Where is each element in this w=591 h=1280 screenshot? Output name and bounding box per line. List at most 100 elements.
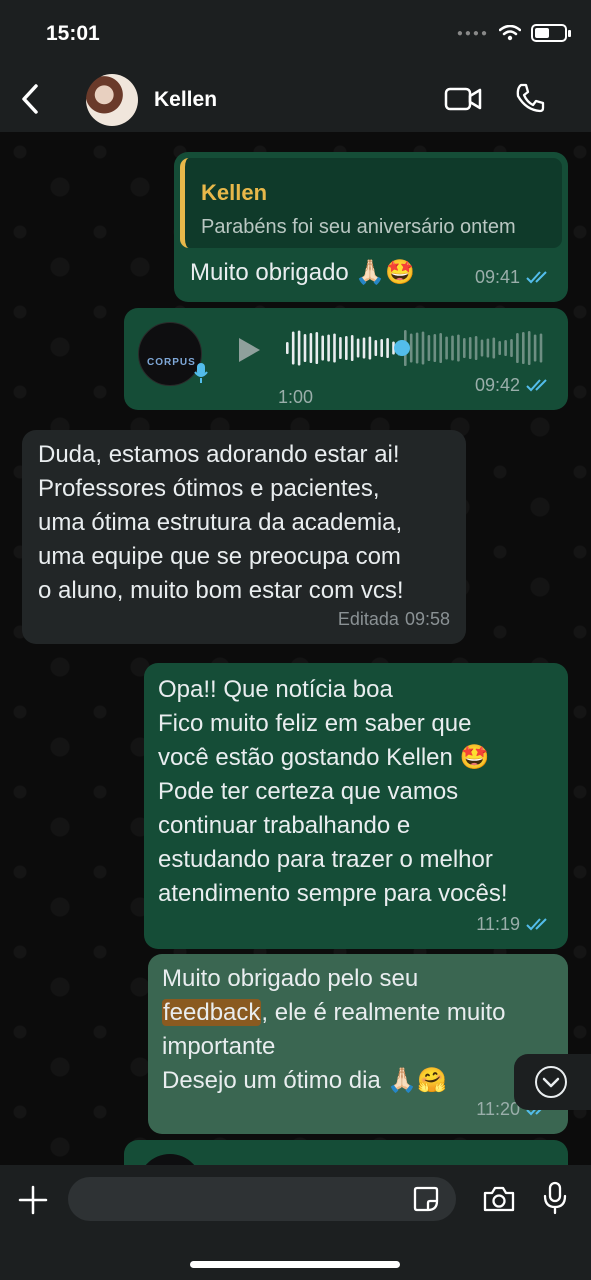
plus-icon[interactable]	[18, 1185, 48, 1215]
read-ticks-icon	[526, 918, 547, 931]
status-icons: ●●●●	[456, 24, 571, 42]
waveform-bar	[463, 338, 466, 358]
waveform-bar	[356, 338, 360, 358]
sticker-icon[interactable]	[412, 1185, 440, 1213]
waveform-bar	[362, 337, 366, 359]
waveform-bar	[486, 338, 490, 358]
waveform-bar	[297, 330, 301, 366]
waveform-bar	[480, 339, 484, 357]
message-line: feedback, ele é realmente muito	[162, 999, 506, 1026]
signal-dots-icon: ●●●●	[456, 27, 489, 39]
message-text: Muito obrigado 🙏🏻🤩	[190, 259, 416, 286]
chevron-left-icon[interactable]	[16, 82, 44, 116]
message-text: Opa!! Que notícia boa Fico muito feliz e…	[158, 673, 508, 911]
waveform-bar	[315, 332, 319, 364]
message-line: importante	[162, 1033, 276, 1060]
message-bubble-outgoing[interactable]: Muito obrigado pelo seu feedback, ele é …	[148, 954, 568, 1134]
quoted-message[interactable]: Kellen Parabéns foi seu aniversário onte…	[180, 158, 562, 248]
message-input[interactable]	[68, 1177, 456, 1221]
message-line: Professores ótimos e pacientes,	[38, 475, 380, 502]
chat-area[interactable]: Kellen Parabéns foi seu aniversário onte…	[0, 132, 591, 1165]
edited-label: Editada	[337, 609, 399, 629]
waveform-bar	[498, 341, 501, 355]
message-line: Pode ter certeza que vamos	[158, 778, 459, 805]
waveform-bar	[380, 339, 383, 357]
message-time: 09:58	[404, 609, 450, 629]
highlighted-word[interactable]: feedback	[162, 999, 262, 1026]
waveform-bar	[492, 337, 496, 359]
waveform-bar	[409, 333, 413, 363]
waveform-bar	[433, 334, 437, 362]
waveform-bar	[445, 336, 448, 360]
read-ticks-icon	[526, 271, 547, 284]
waveform-bar	[468, 337, 472, 359]
microphone-icon[interactable]	[542, 1181, 568, 1215]
message-time: 09:42	[474, 375, 520, 395]
message-meta: Editada 09:58	[338, 602, 450, 636]
waveform-bar	[539, 333, 543, 363]
phone-icon[interactable]	[514, 82, 546, 114]
waveform-bar	[504, 340, 507, 356]
message-time: 09:41	[474, 267, 520, 287]
contact-name[interactable]: Kellen	[154, 88, 217, 112]
message-line: Muito obrigado pelo seu	[162, 965, 419, 992]
quoted-author: Kellen	[201, 180, 268, 205]
message-line: Fico muito feliz em saber que	[158, 710, 472, 737]
voice-avatar-logo: CORPUS	[147, 357, 196, 368]
waveform-bar	[533, 334, 537, 362]
playback-scrubber[interactable]	[394, 340, 410, 356]
waveform-bar	[321, 335, 324, 361]
message-line: continuar trabalhando e	[158, 812, 411, 839]
video-camera-icon[interactable]	[444, 86, 482, 112]
waveform-bar	[451, 335, 454, 361]
read-ticks-icon	[526, 379, 547, 392]
message-bubble-incoming[interactable]: Duda, estamos adorando estar ai! Profess…	[22, 430, 466, 644]
message-bubble-outgoing[interactable]: Kellen Parabéns foi seu aniversário onte…	[174, 152, 568, 302]
message-meta: 09:41	[475, 260, 552, 294]
voice-message-bubble[interactable]: CORPUS 1:00 09:42	[124, 308, 568, 410]
home-indicator	[190, 1261, 400, 1268]
message-time: 11:19	[476, 914, 520, 934]
waveform-bar	[457, 334, 460, 362]
voice-sender-avatar: CORPUS	[138, 322, 202, 386]
waveform-bar	[350, 335, 354, 361]
voice-duration: 1:00	[278, 387, 314, 407]
waveform-bar	[374, 340, 378, 356]
waveform-bar	[474, 336, 478, 360]
waveform-bar	[427, 335, 431, 361]
play-icon[interactable]	[236, 336, 262, 364]
message-line: você estão gostando Kellen 🤩	[158, 744, 490, 771]
waveform-bar	[510, 339, 513, 357]
scroll-to-bottom-button[interactable]	[514, 1054, 591, 1110]
message-line: Duda, estamos adorando estar ai!	[38, 441, 400, 468]
message-line: Desejo um ótimo dia 🙏🏻🤗	[162, 1067, 448, 1094]
message-bubble-outgoing[interactable]: Opa!! Que notícia boa Fico muito feliz e…	[144, 663, 568, 949]
quoted-text: Parabéns foi seu aniversário ontem	[201, 216, 516, 238]
wifi-icon	[499, 25, 521, 41]
waveform-bar	[368, 336, 372, 360]
microphone-icon	[194, 363, 208, 383]
waveform-bar	[345, 336, 348, 360]
battery-icon	[531, 24, 571, 42]
message-line: Opa!! Que notícia boa	[158, 676, 393, 703]
message-line: uma equipe que se preocupa com	[38, 543, 401, 570]
message-bubble-outgoing-partial[interactable]	[124, 1140, 568, 1165]
camera-icon[interactable]	[482, 1185, 516, 1213]
audio-waveform[interactable]	[286, 328, 546, 368]
waveform-bar	[527, 331, 531, 365]
waveform-bar	[291, 331, 295, 365]
waveform-bar	[327, 334, 330, 362]
waveform-bar	[522, 332, 525, 364]
message-line: uma ótima estrutura da academia,	[38, 509, 403, 536]
contact-avatar[interactable]	[86, 74, 138, 126]
message-meta: 09:42	[475, 368, 552, 402]
voice-sender-avatar	[138, 1154, 202, 1165]
waveform-bar	[309, 333, 313, 363]
message-text: Muito obrigado pelo seu feedback, ele é …	[162, 962, 506, 1098]
message-meta: 11:19	[476, 907, 552, 941]
status-bar: 15:01 ●●●●	[0, 0, 591, 66]
message-composer	[0, 1165, 591, 1280]
waveform-bar	[386, 338, 389, 358]
message-line: estudando para trazer o melhor	[158, 846, 493, 873]
status-time: 15:01	[46, 22, 100, 45]
